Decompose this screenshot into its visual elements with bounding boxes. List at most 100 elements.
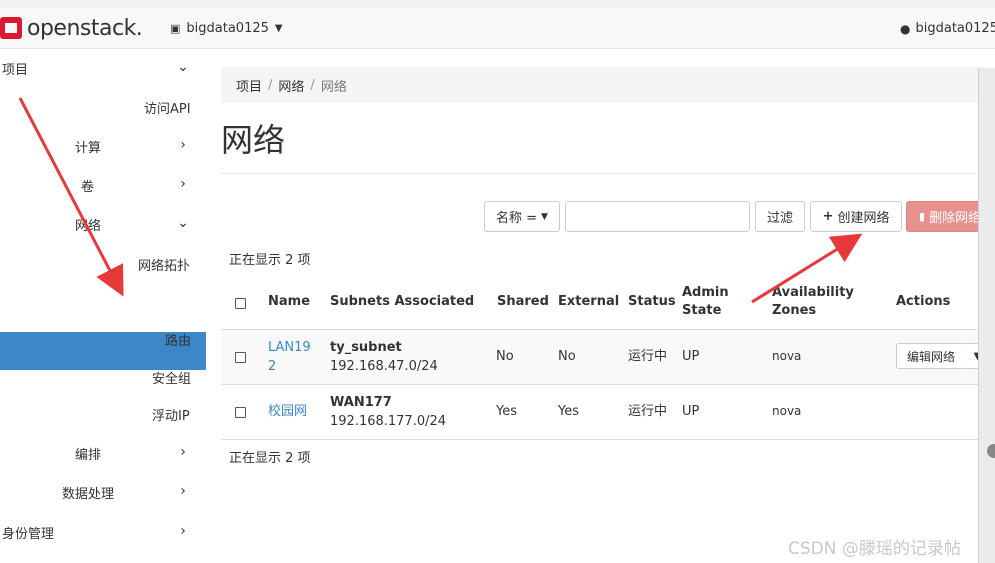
column-header-name[interactable]: Name (268, 293, 310, 311)
network-name-line1: LAN19 (268, 340, 311, 355)
breadcrumb-item[interactable]: 网络 (278, 76, 304, 95)
sidebar-item-floating-ips[interactable]: 浮动IP (152, 400, 190, 428)
user-icon: ● (900, 21, 911, 36)
filter-field-label: 名称 = (496, 211, 538, 226)
chevron-right-icon: › (180, 483, 186, 499)
sidebar-item-identity[interactable]: 身份管理 (2, 518, 54, 546)
row-checkbox[interactable] (235, 352, 246, 363)
table-row: LAN19 2 ty_subnet 192.168.47.0/24 No No … (221, 330, 991, 385)
sidebar-item-orchestration[interactable]: 编排 (75, 439, 101, 467)
admin-state-cell: UP (682, 404, 700, 419)
user-dropdown[interactable]: ● bigdata0125 ▼ (900, 21, 995, 36)
edit-network-label: 编辑网络 (906, 349, 955, 364)
sidebar-item-label: 身份管理 (2, 526, 55, 542)
sidebar-item-routers[interactable]: 路由 (165, 325, 191, 353)
divider (221, 173, 991, 174)
zone-cell: nova (772, 349, 802, 363)
column-header-admin-state[interactable]: Admin State (682, 284, 729, 320)
filter-button[interactable]: 过滤 (755, 201, 805, 232)
subnet-name: ty_subnet (330, 340, 402, 355)
sidebar-item-compute[interactable]: 计算 (75, 132, 101, 160)
project-name: bigdata0125 (186, 21, 269, 36)
table-row: 校园网 WAN177 192.168.177.0/24 Yes Yes 运行中 … (221, 385, 991, 440)
row-checkbox[interactable] (235, 407, 246, 418)
sidebar-item-project[interactable]: 项目 (2, 54, 28, 82)
sidebar-item-label: 计算 (75, 140, 102, 156)
project-icon: ▣ (170, 22, 181, 35)
column-header-admin-state-line1: Admin (682, 285, 729, 300)
sidebar-item-label: 网络拓扑 (138, 258, 191, 274)
delete-networks-label: 删除网络 (929, 211, 982, 226)
column-header-availability-zones[interactable]: Availability Zones (772, 284, 854, 320)
item-count-top: 正在显示 2 项 (229, 253, 311, 268)
sidebar-item-security-groups[interactable]: 安全组 (152, 363, 191, 391)
zone-cell: nova (772, 404, 802, 418)
edit-network-button[interactable]: 编辑网络 (896, 343, 966, 369)
breadcrumb-item[interactable]: 项目 (236, 76, 262, 95)
create-network-button[interactable]: + 创建网络 (810, 201, 902, 232)
sidebar-item-label: 数据处理 (62, 486, 115, 502)
shared-cell: Yes (496, 404, 517, 419)
panel-handle-icon[interactable] (987, 444, 995, 458)
sidebar-item-data-processing[interactable]: 数据处理 (62, 478, 114, 506)
subnet-name: WAN177 (330, 395, 392, 410)
breadcrumb: 项目 / 网络 / 网络 (221, 67, 991, 103)
bookmarks-bar (0, 0, 995, 8)
side-panel-edge (978, 68, 995, 563)
user-name: bigdata0125 (915, 21, 995, 36)
sidebar-item-label: 项目 (2, 62, 29, 78)
subnet-cell: WAN177 192.168.177.0/24 (330, 393, 446, 431)
subnet-cidr: 192.168.47.0/24 (330, 359, 438, 374)
external-cell: Yes (558, 404, 579, 419)
column-header-external[interactable]: External (558, 293, 619, 311)
logo-text: openstack. (27, 15, 143, 41)
sidebar-item-label: 浮动IP (152, 408, 190, 424)
sidebar-item-api-access[interactable]: 访问API (144, 93, 191, 121)
column-header-subnets[interactable]: Subnets Associated (330, 293, 474, 311)
column-header-actions: Actions (896, 294, 951, 309)
sidebar-item-networks[interactable]: 网络 (165, 287, 191, 315)
status-cell: 运行中 (628, 404, 668, 419)
main-content: 项目 / 网络 / 网络 网络 名称 = ▼ 过滤 + 创建网络 ▮ 删除网络 … (221, 49, 995, 563)
openstack-logo[interactable]: openstack. (0, 14, 143, 42)
page-title: 网络 (221, 121, 286, 159)
breadcrumb-separator: / (310, 77, 315, 93)
subnet-cidr: 192.168.177.0/24 (330, 414, 447, 429)
breadcrumb-current: 网络 (320, 79, 347, 95)
column-header-zones-line1: Availability (772, 285, 854, 300)
network-name-line1: 校园网 (268, 404, 308, 419)
column-header-admin-state-line2: State (682, 303, 722, 318)
status-cell: 运行中 (628, 349, 668, 364)
create-network-label: 创建网络 (837, 211, 890, 226)
chevron-right-icon: › (180, 523, 186, 539)
network-name-link[interactable]: 校园网 (268, 402, 307, 421)
breadcrumb-separator: / (268, 77, 273, 93)
caret-down-icon: ▼ (274, 23, 283, 34)
sidebar-item-label: 卷 (81, 179, 95, 195)
chevron-right-icon: › (180, 444, 186, 460)
filter-field-dropdown[interactable]: 名称 = ▼ (484, 201, 560, 232)
sidebar-item-volumes[interactable]: 卷 (81, 171, 94, 199)
filter-input[interactable] (565, 201, 750, 232)
column-header-shared[interactable]: Shared (497, 293, 549, 311)
item-count-bottom: 正在显示 2 项 (229, 451, 311, 466)
sidebar-item-label: 路由 (165, 333, 192, 349)
sidebar-item-network-topology[interactable]: 网络拓扑 (138, 250, 190, 278)
sidebar: 项目 ⌄ 访问API 计算 › 卷 › 网络 ⌄ 网络拓扑 网络 路由 安全组 … (0, 49, 206, 563)
network-name-link[interactable]: LAN19 2 (268, 338, 311, 376)
sidebar-item-label: 访问API (144, 101, 191, 117)
sidebar-item-label: 编排 (75, 447, 102, 463)
project-dropdown[interactable]: ▣ bigdata0125 ▼ (170, 21, 283, 36)
caret-down-icon: ▼ (541, 211, 548, 222)
column-header-zones-line2: Zones (772, 303, 817, 318)
column-header-status[interactable]: Status (628, 293, 676, 311)
sidebar-item-label: 网络 (75, 218, 102, 234)
chevron-down-icon: ⌄ (177, 215, 189, 231)
sidebar-item-network-group[interactable]: 网络 (75, 210, 101, 238)
top-navbar: openstack. ▣ bigdata0125 ▼ ● bigdata0125… (0, 8, 995, 49)
openstack-logo-icon (0, 17, 22, 39)
chevron-right-icon: › (180, 176, 186, 192)
select-all-checkbox[interactable] (235, 298, 246, 309)
table-header: Name Subnets Associated Shared External … (221, 277, 991, 331)
plus-icon: + (822, 209, 834, 224)
